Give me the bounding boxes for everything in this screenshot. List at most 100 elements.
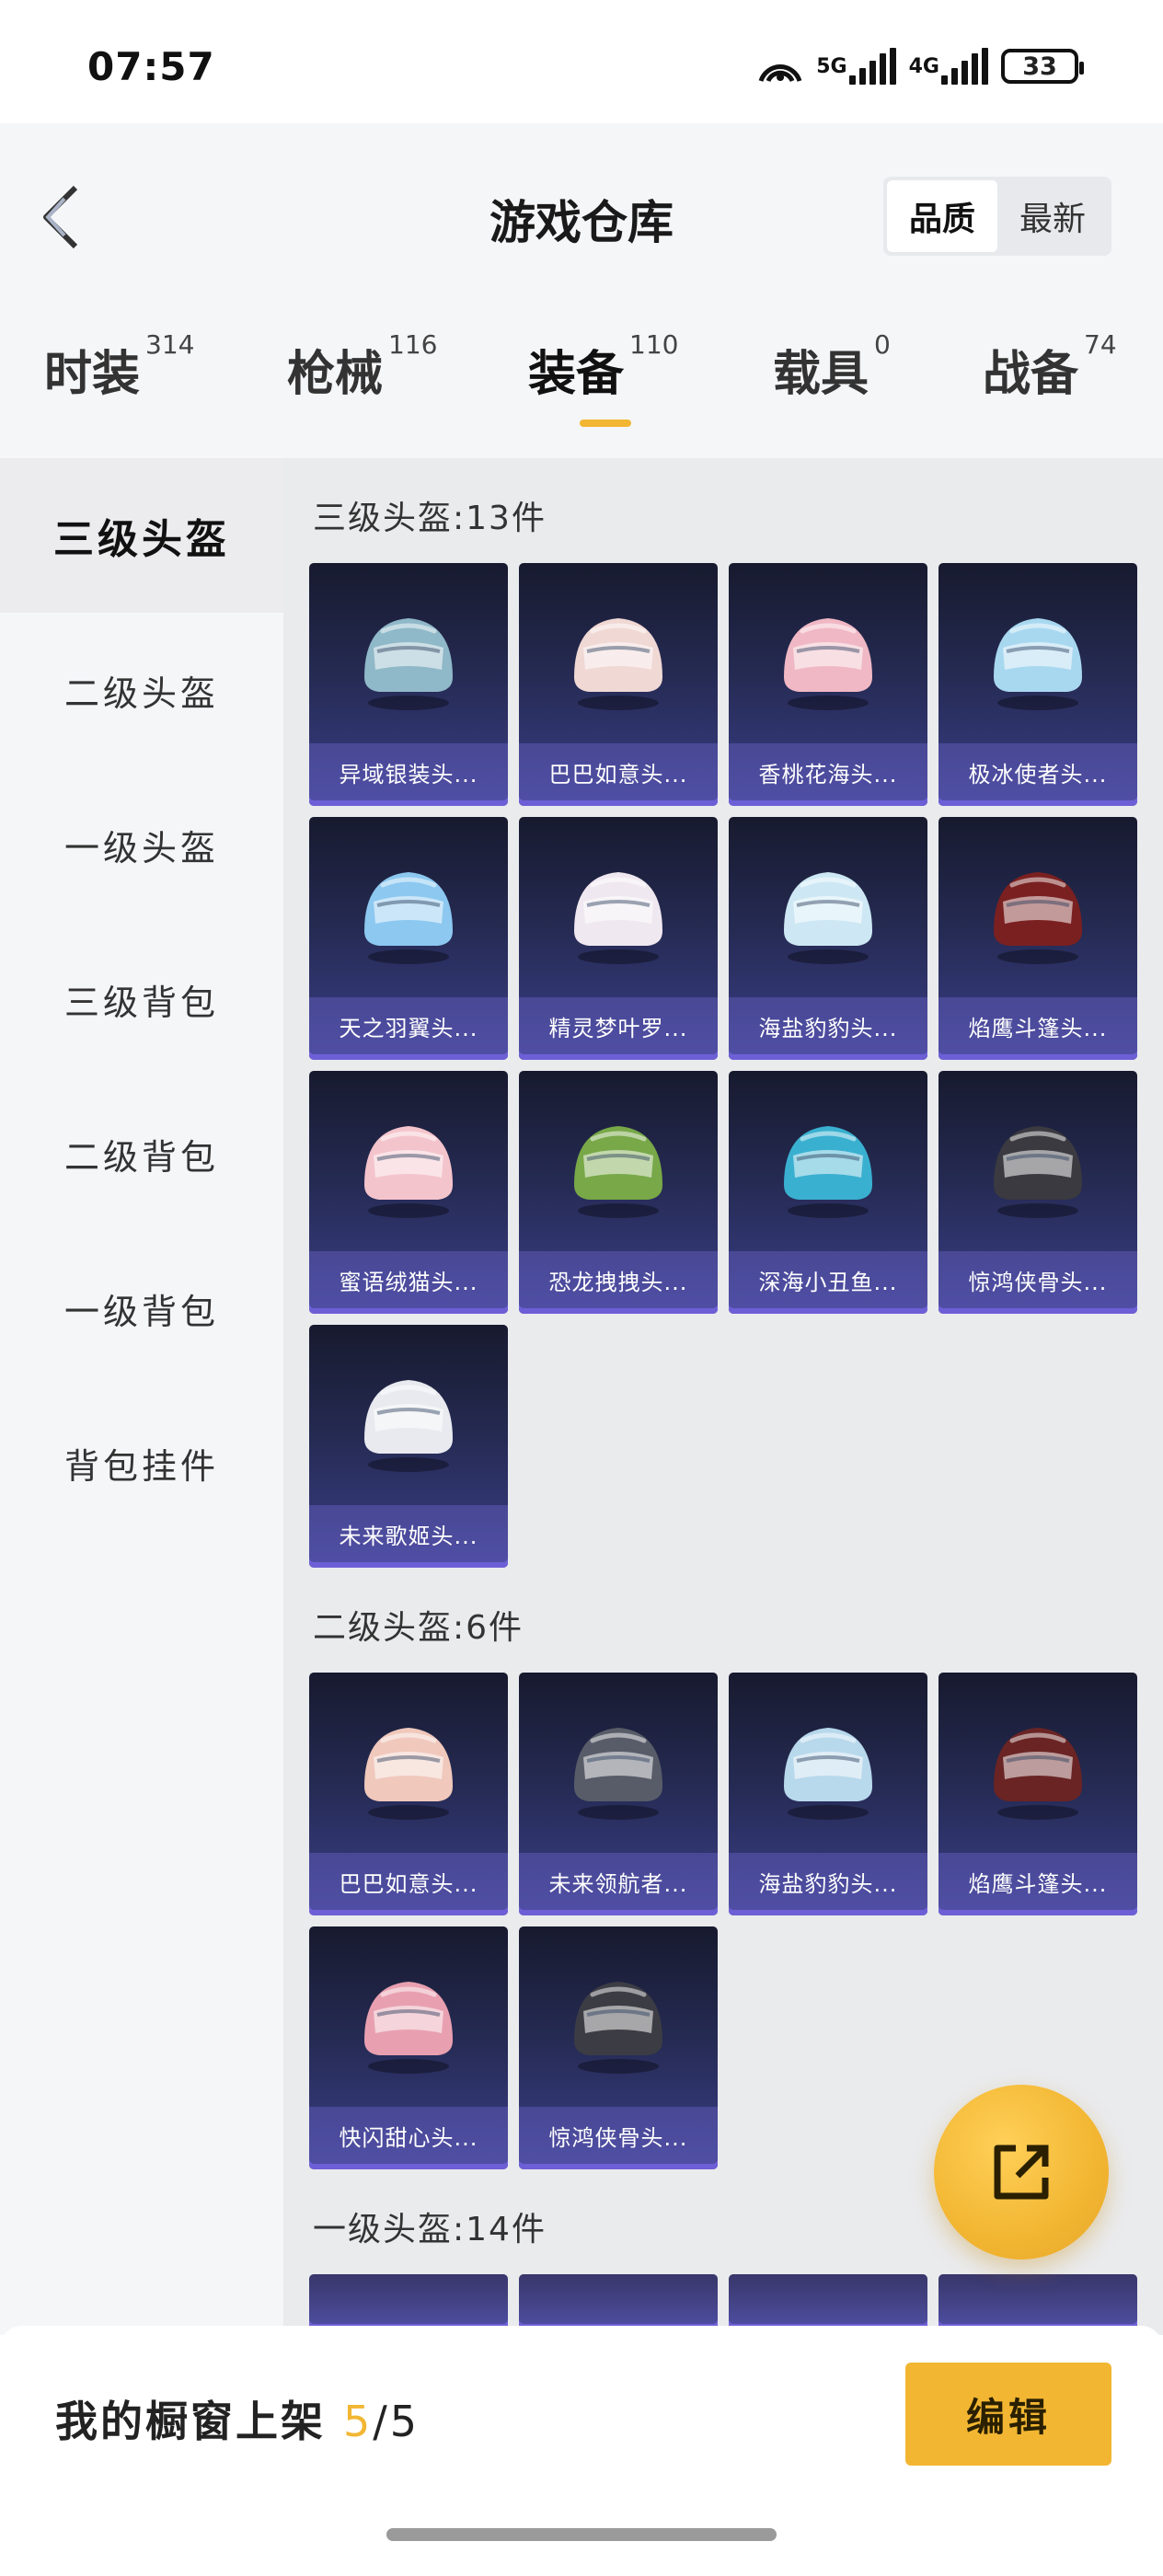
helmet-icon xyxy=(994,618,1082,710)
bottom-bar: 我的橱窗上架 5/5 编辑 xyxy=(0,2326,1163,2576)
tab-supplies[interactable]: 战备74 xyxy=(983,329,1117,404)
grid-level1 xyxy=(309,2274,1137,2329)
helmet-icon xyxy=(364,618,453,710)
item-card[interactable]: 海盐豹豹头... xyxy=(729,1673,927,1915)
signal-5g-icon: 5G xyxy=(816,48,896,85)
item-name: 香桃花海头... xyxy=(729,743,927,800)
item-card[interactable]: 未来歌姬头... xyxy=(309,1325,508,1568)
item-name: 巴巴如意头... xyxy=(309,1853,508,1910)
item-name xyxy=(938,2274,1137,2324)
item-name: 海盐豹豹头... xyxy=(729,1853,927,1910)
item-name: 极冰使者头... xyxy=(938,743,1137,800)
item-list: 三级头盔:13件 异域银装头... 巴巴如意头... 香桃花海头... 极冰使者头..… xyxy=(283,458,1163,2335)
helmet-icon xyxy=(364,872,453,964)
helmet-icon xyxy=(784,1728,872,1820)
item-name: 惊鸿侠骨头... xyxy=(938,1251,1137,1308)
item-card[interactable]: 惊鸿侠骨头... xyxy=(938,1071,1137,1314)
sidebar-item-level3-backpack[interactable]: 三级背包 xyxy=(0,922,283,1076)
item-name: 恐龙拽拽头... xyxy=(519,1251,718,1308)
item-card[interactable] xyxy=(729,2274,927,2329)
section-title-level2: 二级头盔:6件 xyxy=(313,1609,524,1647)
item-card[interactable]: 异域银装头... xyxy=(309,563,508,806)
tab-fashion[interactable]: 时装314 xyxy=(44,329,194,404)
header: 游戏仓库 品质 最新 时装314 枪械116 装备110 载具0 战备74 xyxy=(0,123,1163,458)
item-card[interactable]: 香桃花海头... xyxy=(729,563,927,806)
share-button[interactable] xyxy=(934,2085,1109,2260)
active-tab-indicator xyxy=(580,420,631,427)
showcase-status: 我的橱窗上架 5/5 xyxy=(55,2397,420,2446)
item-name: 未来领航者... xyxy=(519,1853,718,1910)
item-card[interactable]: 蜜语绒猫头... xyxy=(309,1071,508,1314)
status-bar: 07:57 5G 4G 33 xyxy=(0,0,1163,123)
share-icon xyxy=(994,2145,1049,2200)
item-name: 海盐豹豹头... xyxy=(729,997,927,1054)
item-card[interactable]: 极冰使者头... xyxy=(938,563,1137,806)
sidebar: 三级头盔 二级头盔 一级头盔 三级背包 二级背包 一级背包 背包挂件 xyxy=(0,458,283,2335)
sort-toggle: 品质 最新 xyxy=(883,177,1111,256)
sidebar-item-level1-helmet[interactable]: 一级头盔 xyxy=(0,767,283,922)
item-card[interactable]: 海盐豹豹头... xyxy=(729,817,927,1060)
item-name: 异域银装头... xyxy=(309,743,508,800)
item-name: 焰鹰斗篷头... xyxy=(938,997,1137,1054)
item-card[interactable] xyxy=(938,2274,1137,2329)
helmet-icon xyxy=(784,618,872,710)
helmet-icon xyxy=(574,618,662,710)
item-name: 巴巴如意头... xyxy=(519,743,718,800)
showcase-used-count: 5 xyxy=(343,2397,374,2446)
helmet-icon xyxy=(574,1728,662,1820)
grid-level3: 异域银装头... 巴巴如意头... 香桃花海头... 极冰使者头... 天之羽翼头...… xyxy=(309,563,1137,1568)
edit-button[interactable]: 编辑 xyxy=(905,2363,1111,2466)
status-icons: 5G 4G 33 xyxy=(757,46,1084,86)
item-name: 惊鸿侠骨头... xyxy=(519,2107,718,2164)
item-card[interactable]: 未来领航者... xyxy=(519,1673,718,1915)
helmet-icon xyxy=(574,1126,662,1218)
tab-vehicles[interactable]: 载具0 xyxy=(773,329,891,404)
sort-latest-button[interactable]: 最新 xyxy=(997,180,1108,252)
item-card[interactable]: 天之羽翼头... xyxy=(309,817,508,1060)
section-title-level3: 三级头盔:13件 xyxy=(313,500,547,537)
helmet-icon xyxy=(574,1982,662,2074)
section-title-level1: 一级头盔:14件 xyxy=(313,2211,547,2248)
item-card[interactable] xyxy=(309,2274,508,2329)
tab-equipment[interactable]: 装备110 xyxy=(528,329,678,404)
item-card[interactable]: 深海小丑鱼... xyxy=(729,1071,927,1314)
item-card[interactable]: 巴巴如意头... xyxy=(519,563,718,806)
item-card[interactable] xyxy=(519,2274,718,2329)
item-card[interactable]: 焰鹰斗篷头... xyxy=(938,817,1137,1060)
item-card[interactable]: 恐龙拽拽头... xyxy=(519,1071,718,1314)
item-name: 焰鹰斗篷头... xyxy=(938,1853,1137,1910)
item-name xyxy=(729,2274,927,2324)
item-card[interactable]: 焰鹰斗篷头... xyxy=(938,1673,1137,1915)
sort-quality-button[interactable]: 品质 xyxy=(887,180,997,252)
showcase-total-count: /5 xyxy=(373,2397,420,2446)
item-name: 蜜语绒猫头... xyxy=(309,1251,508,1308)
category-tabs: 时装314 枪械116 装备110 载具0 战备74 xyxy=(0,329,1163,436)
item-name: 天之羽翼头... xyxy=(309,997,508,1054)
tab-guns[interactable]: 枪械116 xyxy=(287,329,437,404)
item-card[interactable]: 巴巴如意头... xyxy=(309,1673,508,1915)
helmet-icon xyxy=(364,1728,453,1820)
sidebar-item-backpack-charm[interactable]: 背包挂件 xyxy=(0,1386,283,1540)
item-name xyxy=(309,2274,508,2324)
item-card[interactable]: 快闪甜心头... xyxy=(309,1926,508,2169)
item-name xyxy=(519,2274,718,2324)
hotspot-icon xyxy=(757,46,803,86)
item-card[interactable]: 惊鸿侠骨头... xyxy=(519,1926,718,2169)
sidebar-item-level2-backpack[interactable]: 二级背包 xyxy=(0,1076,283,1231)
helmet-icon xyxy=(994,1126,1082,1218)
item-name: 快闪甜心头... xyxy=(309,2107,508,2164)
item-name: 精灵梦叶罗... xyxy=(519,997,718,1054)
item-name: 深海小丑鱼... xyxy=(729,1251,927,1308)
sidebar-item-level2-helmet[interactable]: 二级头盔 xyxy=(0,613,283,767)
home-indicator[interactable] xyxy=(386,2528,777,2541)
sidebar-item-level1-backpack[interactable]: 一级背包 xyxy=(0,1231,283,1386)
helmet-icon xyxy=(364,1126,453,1218)
helmet-icon xyxy=(574,872,662,964)
helmet-icon xyxy=(364,1982,453,2074)
sidebar-item-level3-helmet[interactable]: 三级头盔 xyxy=(0,458,283,613)
helmet-icon xyxy=(364,1380,453,1472)
item-name: 未来歌姬头... xyxy=(309,1505,508,1562)
status-time: 07:57 xyxy=(87,44,215,89)
item-card[interactable]: 精灵梦叶罗... xyxy=(519,817,718,1060)
helmet-icon xyxy=(994,872,1082,964)
